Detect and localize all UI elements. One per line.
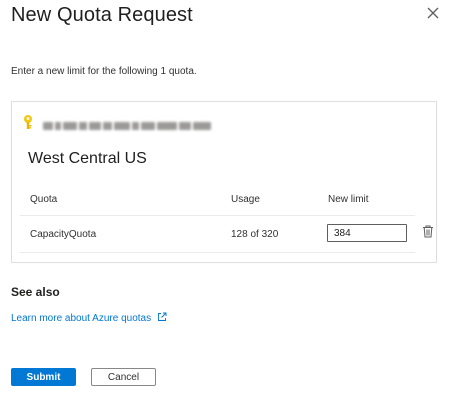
quota-name-cell: CapacityQuota (30, 229, 97, 240)
key-icon (24, 115, 32, 129)
intro-text: Enter a new limit for the following 1 qu… (11, 66, 197, 77)
column-header-quota: Quota (30, 194, 58, 205)
quota-panel: West Central US Quota Usage New limit Ca… (11, 101, 437, 263)
new-limit-input[interactable] (327, 224, 407, 242)
see-also-heading: See also (11, 285, 60, 299)
close-icon[interactable] (424, 4, 442, 22)
region-name: West Central US (28, 150, 147, 167)
column-header-usage: Usage (231, 194, 260, 205)
row-divider (20, 215, 415, 216)
row-divider (20, 252, 415, 253)
trash-icon[interactable] (422, 225, 434, 238)
subscription-name-redacted (43, 117, 258, 130)
submit-button[interactable]: Submit (11, 368, 76, 386)
column-header-new-limit: New limit (328, 194, 369, 205)
cancel-button[interactable]: Cancel (91, 368, 156, 386)
external-link-icon (157, 312, 167, 321)
learn-more-label: Learn more about Azure quotas (11, 313, 152, 324)
usage-cell: 128 of 320 (231, 229, 279, 240)
learn-more-link[interactable]: Learn more about Azure quotas (11, 312, 167, 324)
dialog-title: New Quota Request (11, 4, 193, 26)
